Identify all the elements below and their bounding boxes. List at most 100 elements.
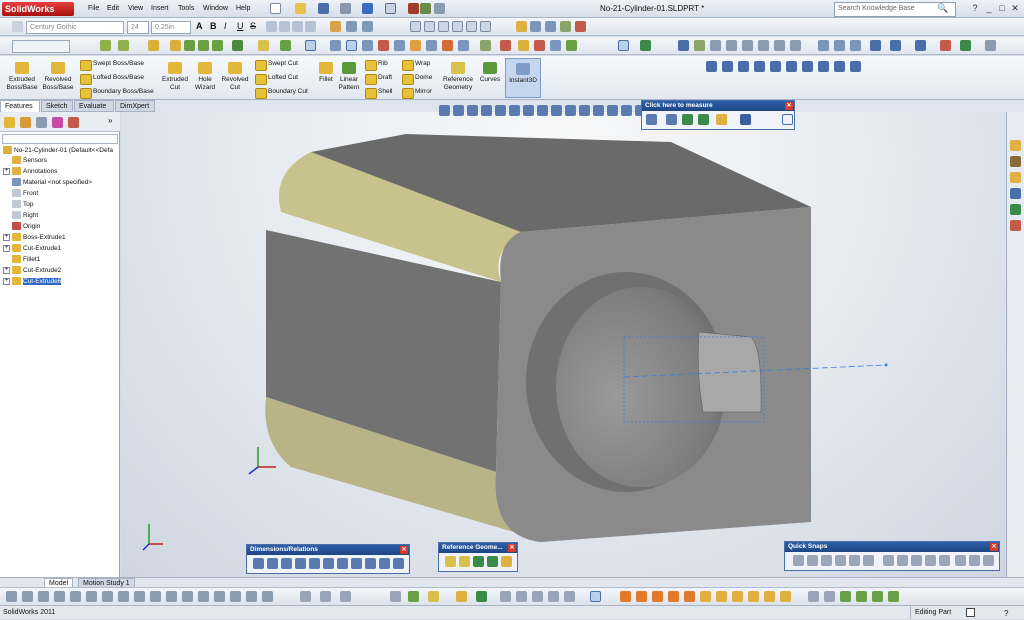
zoom-icon[interactable] bbox=[818, 40, 829, 51]
help-icon[interactable]: ? bbox=[970, 3, 980, 14]
expand-icon[interactable]: + bbox=[3, 244, 10, 252]
dim-icon-10[interactable] bbox=[379, 558, 390, 569]
history-icon[interactable] bbox=[716, 114, 727, 125]
tree-item-cut-extrude2[interactable]: + Cut-Extrude2 bbox=[3, 266, 61, 276]
standard-views-icon[interactable] bbox=[890, 40, 901, 51]
edit-icon[interactable] bbox=[516, 21, 527, 32]
expand-icon[interactable]: + bbox=[3, 266, 10, 274]
sigma-icon[interactable] bbox=[545, 21, 556, 32]
dim-icon-3[interactable] bbox=[281, 558, 292, 569]
menu-insert[interactable]: Insert bbox=[151, 3, 169, 15]
tree-root[interactable]: No-21-Cylinder-01 (Default<<Defa bbox=[3, 146, 113, 156]
measure-icon[interactable] bbox=[560, 21, 571, 32]
underline-button[interactable]: U bbox=[237, 21, 244, 31]
save-icon[interactable] bbox=[318, 3, 329, 14]
bottom-icon-48[interactable] bbox=[888, 591, 899, 602]
close-icon[interactable]: ✕ bbox=[990, 543, 998, 551]
view-icon-4[interactable] bbox=[742, 40, 753, 51]
bottom-icon-24[interactable] bbox=[456, 591, 467, 602]
rebuild-icon[interactable] bbox=[408, 3, 419, 14]
scene-icon[interactable] bbox=[442, 40, 453, 51]
swept-cut-button[interactable]: Swept Cut bbox=[255, 59, 298, 71]
cartoon-icon[interactable] bbox=[566, 40, 577, 51]
dimxpert-manager-icon[interactable] bbox=[52, 117, 63, 128]
revolved-cut-button[interactable]: Revolved Cut bbox=[218, 62, 252, 92]
zoom-fit-icon[interactable] bbox=[346, 40, 357, 51]
bottom-icon-22[interactable] bbox=[408, 591, 419, 602]
bottom-icon-9[interactable] bbox=[134, 591, 145, 602]
bottom-icon-8[interactable] bbox=[118, 591, 129, 602]
dim-icon-7[interactable] bbox=[337, 558, 348, 569]
smart-dimension-icon[interactable] bbox=[118, 40, 129, 51]
boundary-boss-button[interactable]: Boundary Boss/Base bbox=[80, 87, 154, 99]
snap-icon-5[interactable] bbox=[849, 555, 860, 566]
tree-item-right[interactable]: Right bbox=[12, 211, 38, 221]
snap-icon-9[interactable] bbox=[911, 555, 922, 566]
bottom-icon-35[interactable] bbox=[668, 591, 679, 602]
dome-button[interactable]: Dome bbox=[402, 73, 432, 85]
snap-icon-7[interactable] bbox=[883, 555, 894, 566]
datum-icon[interactable] bbox=[346, 21, 357, 32]
toolbar-icon-1[interactable] bbox=[706, 61, 717, 72]
tab-sketch[interactable]: Sketch bbox=[41, 100, 73, 112]
bottom-icon-32[interactable] bbox=[620, 591, 631, 602]
justify-icon[interactable] bbox=[305, 21, 316, 32]
menu-tools[interactable]: Tools bbox=[178, 3, 194, 15]
bottom-icon-28[interactable] bbox=[532, 591, 543, 602]
bottom-icon-31[interactable] bbox=[590, 591, 601, 602]
app-logo[interactable]: SolidWorks bbox=[2, 2, 74, 16]
tab-dimxpert[interactable]: DimXpert bbox=[115, 100, 155, 112]
bottom-icon-19[interactable] bbox=[320, 591, 331, 602]
view-palette-icon[interactable] bbox=[1010, 188, 1021, 199]
view-icon-3[interactable] bbox=[726, 40, 737, 51]
design-library-icon[interactable] bbox=[1010, 156, 1021, 167]
bottom-icon-7[interactable] bbox=[102, 591, 113, 602]
bottom-icon-2[interactable] bbox=[22, 591, 33, 602]
custom-properties-icon[interactable] bbox=[1010, 220, 1021, 231]
toolbar-icon-5[interactable] bbox=[770, 61, 781, 72]
projection-icon[interactable] bbox=[698, 114, 709, 125]
snap-icon-2[interactable] bbox=[807, 555, 818, 566]
linear-pattern-button[interactable]: Linear Pattern bbox=[336, 62, 362, 92]
lofted-cut-button[interactable]: Lofted Cut bbox=[255, 73, 298, 85]
mass-properties-icon[interactable] bbox=[575, 21, 586, 32]
tab-evaluate[interactable]: Evaluate bbox=[74, 100, 114, 112]
balloon-icon[interactable] bbox=[330, 21, 341, 32]
rotate-icon[interactable] bbox=[834, 40, 845, 51]
dim-icon-9[interactable] bbox=[365, 558, 376, 569]
apply-scene-icon[interactable] bbox=[960, 40, 971, 51]
graphics-area[interactable]: Click here to measure ✕ Dimensions/Relati… bbox=[121, 100, 1006, 577]
toolbar-icon-2[interactable] bbox=[722, 61, 733, 72]
extrude-icon[interactable] bbox=[148, 40, 159, 51]
bottom-icon-39[interactable] bbox=[732, 591, 743, 602]
layout-icon-2[interactable] bbox=[424, 21, 435, 32]
tree-item-cut-extrude1[interactable]: + Cut-Extrude1 bbox=[3, 244, 61, 254]
bold-button[interactable]: B bbox=[210, 21, 217, 31]
bottom-icon-42[interactable] bbox=[780, 591, 791, 602]
bottom-icon-47[interactable] bbox=[872, 591, 883, 602]
tree-item-fillet1[interactable]: Fillet1 bbox=[12, 255, 40, 265]
sketch-point[interactable] bbox=[884, 363, 888, 367]
edit-appearance-icon[interactable] bbox=[940, 40, 951, 51]
3d-content-icon[interactable] bbox=[678, 40, 689, 51]
toolbar-icon-9[interactable] bbox=[834, 61, 845, 72]
units-icon[interactable] bbox=[646, 114, 657, 125]
close-button[interactable]: ✕ bbox=[1010, 3, 1020, 14]
view-icon-5[interactable] bbox=[758, 40, 769, 51]
pattern-icon[interactable] bbox=[232, 40, 243, 51]
bold-icon[interactable]: A bbox=[196, 21, 203, 31]
mirror-button[interactable]: Mirror bbox=[402, 87, 432, 99]
perspective-icon[interactable] bbox=[550, 40, 561, 51]
bottom-icon-43[interactable] bbox=[808, 591, 819, 602]
tree-item-front[interactable]: Front bbox=[12, 189, 38, 199]
font-size-select[interactable]: 24 bbox=[127, 21, 149, 34]
section-view-icon[interactable] bbox=[378, 40, 389, 51]
tab-features[interactable]: Features bbox=[0, 100, 40, 112]
curves-button[interactable]: Curves bbox=[478, 62, 502, 84]
reference-geometry-button[interactable]: Reference Geometry bbox=[440, 62, 476, 92]
expand-chevron-icon[interactable]: » bbox=[108, 116, 112, 125]
view-settings-icon[interactable] bbox=[458, 40, 469, 51]
reference-geometry-panel[interactable]: Reference Geome... ✕ bbox=[438, 542, 518, 572]
text-icon[interactable] bbox=[12, 21, 23, 32]
menu-window[interactable]: Window bbox=[203, 3, 228, 15]
